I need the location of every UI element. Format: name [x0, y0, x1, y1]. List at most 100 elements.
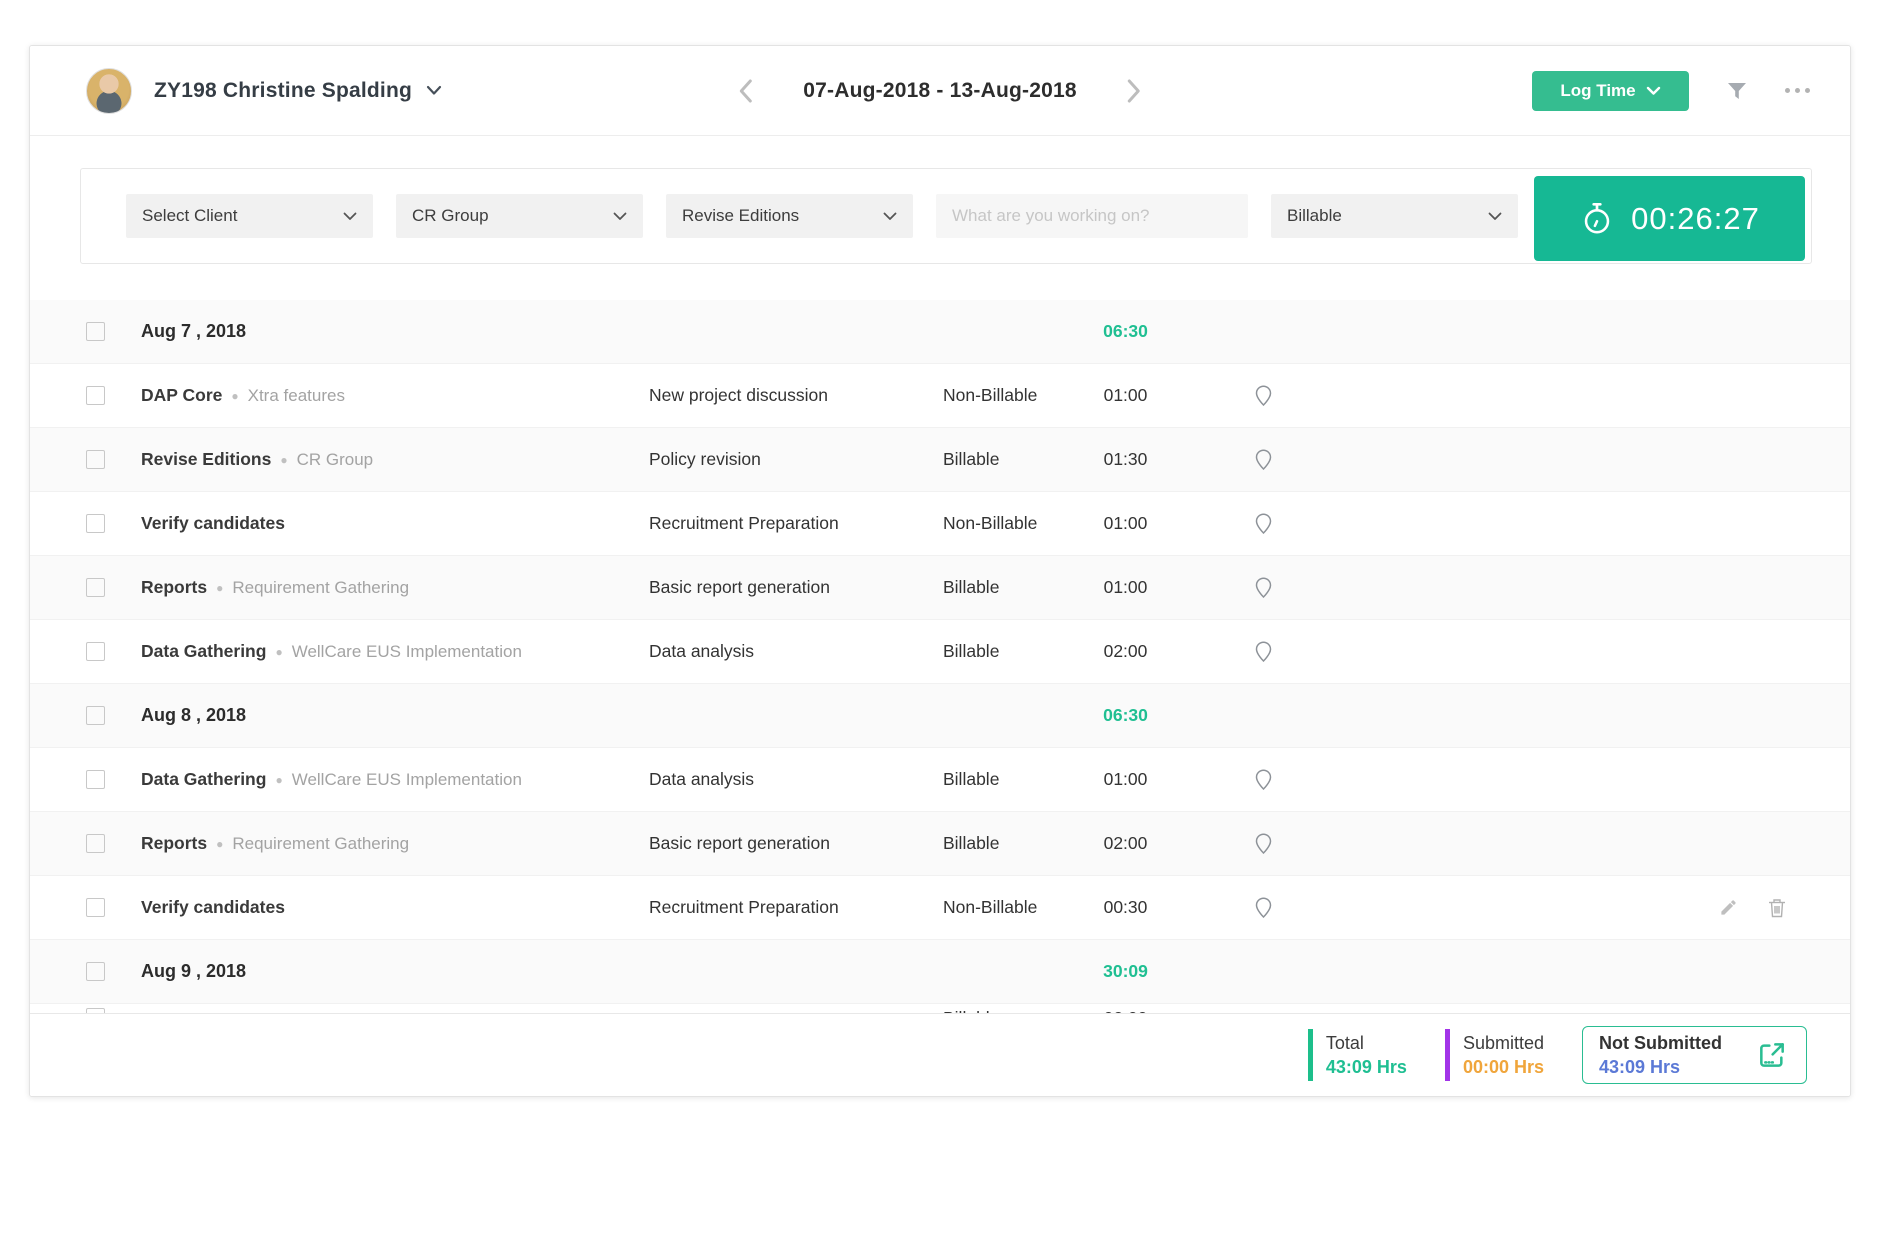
user-name[interactable]: ZY198 Christine Spalding: [154, 79, 412, 103]
location-pin-icon[interactable]: [1255, 641, 1272, 662]
external-arrow-icon[interactable]: [1756, 1039, 1788, 1071]
submitted-summary: Submitted 00:00 Hrs: [1445, 1029, 1544, 1081]
not-submitted-value: 43:09 Hrs: [1599, 1057, 1722, 1078]
ellipsis-icon[interactable]: [1785, 88, 1810, 93]
billable-dropdown[interactable]: Billable: [1271, 194, 1518, 238]
location-pin-icon[interactable]: [1255, 897, 1272, 918]
project-separator: ● Xtra features: [222, 386, 345, 406]
location-pin-icon[interactable]: [1255, 449, 1272, 470]
bullet-separator: ●: [216, 837, 223, 851]
time-entry-row[interactable]: Data Gathering ● WellCare EUS Implementa…: [30, 620, 1850, 684]
user-chevron-down-icon[interactable]: [426, 85, 442, 96]
not-submitted-summary[interactable]: Not Submitted 43:09 Hrs: [1582, 1026, 1807, 1084]
date-range[interactable]: 07-Aug-2018 - 13-Aug-2018: [803, 79, 1076, 103]
user-avatar[interactable]: [86, 68, 132, 114]
running-timer[interactable]: 00:26:27: [1534, 176, 1805, 261]
bullet-separator: ●: [280, 453, 287, 467]
bullet-separator: ●: [231, 389, 238, 403]
task-name[interactable]: DAP Core: [141, 385, 222, 406]
task-name[interactable]: Revise Editions: [141, 449, 271, 470]
task-name[interactable]: Reports: [141, 577, 207, 598]
bullet-separator: ●: [275, 645, 282, 659]
chevron-left-icon[interactable]: [733, 78, 759, 104]
project-dropdown[interactable]: CR Group: [396, 194, 643, 238]
bullet-separator: ●: [275, 773, 282, 787]
bullet-separator: ●: [216, 581, 223, 595]
task-name[interactable]: Verify candidates: [141, 897, 285, 918]
project-name: WellCare EUS Implementation: [292, 642, 522, 662]
row-checkbox[interactable]: [86, 834, 105, 853]
chevron-down-icon: [1488, 212, 1502, 221]
time-entry-row[interactable]: Revise Editions ● CR Group Policy revisi…: [30, 428, 1850, 492]
billing-status: Billable: [943, 449, 1073, 470]
time-entry-row[interactable]: DAP Core ● Xtra features New project dis…: [30, 364, 1850, 428]
project-name: Requirement Gathering: [232, 578, 409, 598]
submitted-value: 00:00 Hrs: [1463, 1057, 1544, 1078]
pencil-icon[interactable]: [1719, 898, 1738, 917]
row-checkbox[interactable]: [86, 706, 105, 725]
location-pin-icon[interactable]: [1255, 577, 1272, 598]
chevron-right-icon[interactable]: [1121, 78, 1147, 104]
date-total-hours: 30:09: [1073, 961, 1178, 982]
row-checkbox[interactable]: [86, 578, 105, 597]
work-description: Recruitment Preparation: [649, 897, 943, 918]
timesheet-body: Aug 7 , 2018 06:30 DAP Core ● Xtra featu…: [30, 300, 1850, 1013]
funnel-icon[interactable]: [1725, 79, 1749, 103]
stopwatch-icon: [1579, 201, 1615, 237]
chevron-down-icon: [883, 212, 897, 221]
location-pin-icon[interactable]: [1255, 385, 1272, 406]
date-label: Aug 8 , 2018: [106, 705, 1073, 726]
summary-footer: Total 43:09 Hrs Submitted 00:00 Hrs Not …: [30, 1013, 1850, 1096]
billing-status: Billable: [943, 577, 1073, 598]
location-pin-icon[interactable]: [1255, 513, 1272, 534]
work-description-input[interactable]: [936, 194, 1248, 238]
task-dropdown[interactable]: Revise Editions: [666, 194, 913, 238]
time-entry-row[interactable]: ● Billable 02:00: [30, 1004, 1850, 1013]
logged-time: 02:00: [1073, 641, 1178, 662]
chevron-down-icon: [613, 212, 627, 221]
not-submitted-label: Not Submitted: [1599, 1033, 1722, 1054]
task-name[interactable]: Verify candidates: [141, 513, 285, 534]
project-separator: ● Requirement Gathering: [207, 578, 409, 598]
chevron-down-icon: [343, 212, 357, 221]
project-separator: ● WellCare EUS Implementation: [266, 770, 521, 790]
trash-icon[interactable]: [1768, 898, 1786, 918]
project-dropdown-value: CR Group: [412, 206, 489, 226]
submitted-label: Submitted: [1463, 1033, 1544, 1054]
row-checkbox[interactable]: [86, 770, 105, 789]
client-dropdown[interactable]: Select Client: [126, 194, 373, 238]
time-entry-bar: Select Client CR Group Revise Editions B…: [80, 168, 1812, 264]
time-entry-row[interactable]: Verify candidates ● Recruitment Preparat…: [30, 876, 1850, 940]
timesheet-card: ZY198 Christine Spalding 07-Aug-2018 - 1…: [29, 45, 1851, 1097]
date-label: Aug 9 , 2018: [106, 961, 1073, 982]
billing-status: Non-Billable: [943, 385, 1073, 406]
work-description: Recruitment Preparation: [649, 513, 943, 534]
total-summary: Total 43:09 Hrs: [1308, 1029, 1407, 1081]
task-dropdown-value: Revise Editions: [682, 206, 799, 226]
billing-status: Billable: [943, 769, 1073, 790]
header-actions: Log Time: [1532, 71, 1810, 111]
row-checkbox[interactable]: [86, 514, 105, 533]
log-time-button[interactable]: Log Time: [1532, 71, 1689, 111]
row-actions: [1348, 898, 1850, 918]
project-name: CR Group: [297, 450, 374, 470]
row-checkbox[interactable]: [86, 450, 105, 469]
time-entry-row[interactable]: Reports ● Requirement Gathering Basic re…: [30, 812, 1850, 876]
log-time-label: Log Time: [1560, 81, 1635, 101]
task-name[interactable]: Reports: [141, 833, 207, 854]
time-entry-row[interactable]: Reports ● Requirement Gathering Basic re…: [30, 556, 1850, 620]
task-name[interactable]: Data Gathering: [141, 769, 266, 790]
date-label: Aug 7 , 2018: [106, 321, 1073, 342]
task-name[interactable]: Data Gathering: [141, 641, 266, 662]
row-checkbox[interactable]: [86, 962, 105, 981]
time-entry-row[interactable]: Verify candidates ● Recruitment Preparat…: [30, 492, 1850, 556]
location-pin-icon[interactable]: [1255, 769, 1272, 790]
location-pin-icon[interactable]: [1255, 833, 1272, 854]
time-entry-row[interactable]: Data Gathering ● WellCare EUS Implementa…: [30, 748, 1850, 812]
billing-status: Non-Billable: [943, 513, 1073, 534]
row-checkbox[interactable]: [86, 386, 105, 405]
logged-time: 01:00: [1073, 769, 1178, 790]
row-checkbox[interactable]: [86, 898, 105, 917]
row-checkbox[interactable]: [86, 322, 105, 341]
row-checkbox[interactable]: [86, 642, 105, 661]
